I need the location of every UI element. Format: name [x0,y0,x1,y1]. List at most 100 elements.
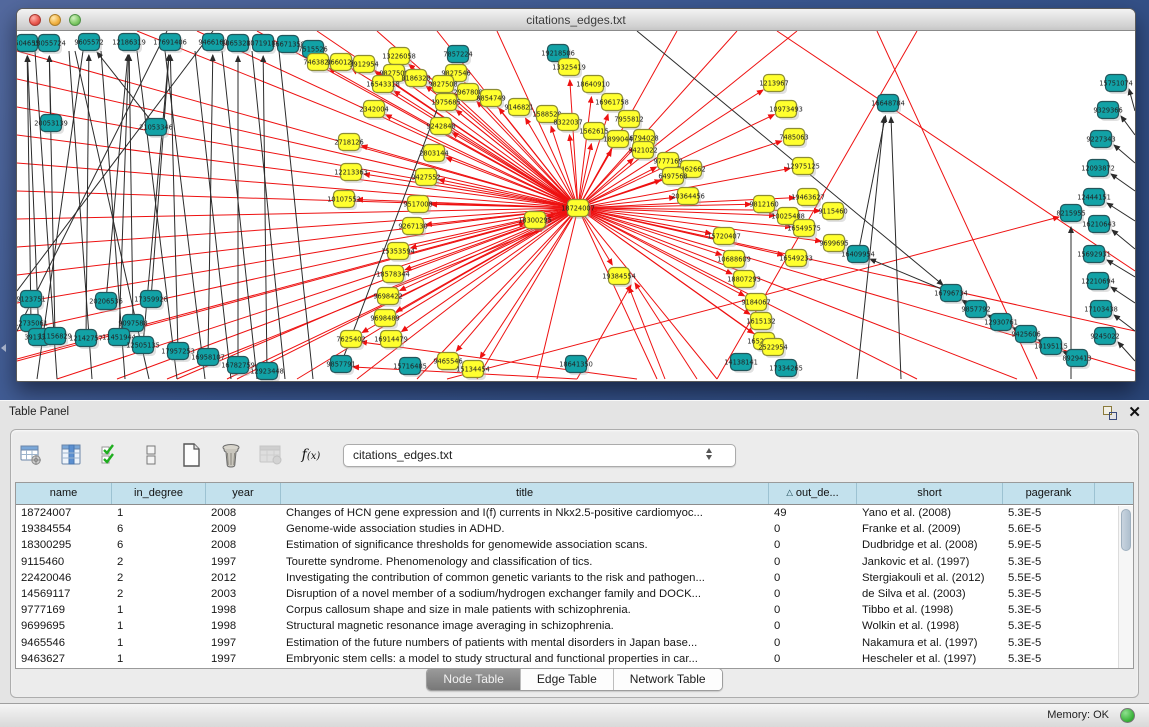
table-row[interactable]: 1938455462009Genome-wide association stu… [16,521,1133,537]
column-header-title[interactable]: title [281,483,769,504]
function-icon[interactable]: f(x) [297,441,325,469]
graph-node[interactable]: 16914479 [374,331,408,351]
panel-collapse-arrow-icon[interactable] [1,344,6,352]
table-row[interactable]: 946554611997Estimation of the future num… [16,635,1133,651]
close-panel-icon[interactable]: ✕ [1128,405,1141,421]
graph-node[interactable]: 9427552 [411,169,440,189]
float-panel-icon[interactable] [1102,405,1118,421]
graph-node[interactable]: 16210643 [1082,216,1116,236]
graph-node[interactable]: 12444151 [1077,189,1111,209]
graph-node[interactable]: 8929413 [1062,350,1091,370]
graph-node[interactable]: 12142757 [69,330,103,350]
graph-node[interactable]: 16549233 [779,250,813,270]
graph-node[interactable]: 9123751 [17,291,46,311]
table-source-select[interactable]: citations_edges.txt [343,444,736,467]
graph-node[interactable]: 12975125 [786,158,820,178]
tab-network-table[interactable]: Network Table [614,669,722,690]
graph-node[interactable]: 9146821 [504,99,533,119]
graph-node[interactable]: 18807293 [727,271,761,291]
graph-node[interactable]: 17957253 [161,343,195,363]
graph-node[interactable]: 16958107 [191,349,225,369]
graph-node[interactable]: 2803144 [419,145,448,165]
graph-node[interactable]: 12210694 [1081,273,1115,293]
table-row[interactable]: 1456911722003Disruption of a novel membe… [16,586,1133,602]
graph-node[interactable]: 7857224 [443,46,472,66]
graph-node[interactable]: 12093872 [1081,160,1115,180]
graph-node[interactable]: 9115460 [818,203,847,223]
graph-node[interactable]: 9267130 [398,218,427,238]
graph-node[interactable]: 18578344 [376,266,410,286]
graph-node[interactable]: 15716485 [393,358,427,378]
citation-network-graph[interactable]: 1872400715046551180557249605572121863191… [17,31,1135,381]
graph-node[interactable]: 9227343 [1086,131,1115,151]
graph-node[interactable]: 9605572 [74,34,103,54]
table-vertical-scrollbar[interactable] [1118,506,1133,668]
graph-node[interactable]: 9857792 [961,301,990,321]
graph-node[interactable]: 15751074 [1099,75,1133,95]
graph-node[interactable]: 18641350 [559,356,593,376]
new-document-icon[interactable] [177,441,205,469]
column-header-name[interactable]: name [16,483,112,504]
graph-node[interactable]: 20364456 [671,188,705,208]
trash-icon[interactable] [217,441,245,469]
network-window[interactable]: citations_edges.txt 18724007150465511805… [16,8,1136,382]
select-all-checks-icon[interactable] [97,441,125,469]
graph-node[interactable]: 9242848 [426,118,455,138]
graph-node[interactable]: 9245022 [1090,328,1119,348]
graph-node[interactable]: 6497568 [658,168,687,188]
graph-node[interactable]: 7625402 [336,331,365,351]
table-row[interactable]: 946362711997Embryonic stem cells: a mode… [16,651,1133,667]
table-row[interactable]: 1872400712008Changes of HCN gene express… [16,505,1133,521]
graph-node[interactable]: 1213967 [759,75,788,95]
graph-node[interactable]: 2522954 [758,339,787,359]
graph-node[interactable]: 17334265 [769,360,803,380]
table-row[interactable]: 969969511998Structural magnetic resonanc… [16,618,1133,634]
graph-node[interactable]: 10107552 [327,191,361,211]
column-header-pagerank[interactable]: pagerank [1003,483,1095,504]
graph-node[interactable]: 17359928 [134,291,168,311]
graph-node[interactable]: 12186319 [112,34,146,54]
column-header-in_degree[interactable]: in_degree [112,483,206,504]
table-row[interactable]: 911546021997Tourette syndrome. Phenomeno… [16,554,1133,570]
graph-node[interactable]: 10973493 [769,101,803,121]
graph-node[interactable]: 12213363 [334,164,368,184]
table-row[interactable]: 977716911998Corpus callosum shape and si… [16,602,1133,618]
scrollbar-thumb[interactable] [1121,509,1131,551]
graph-node[interactable]: 9329366 [1093,102,1122,122]
graph-node[interactable]: 14138141 [724,354,758,374]
graph-node[interactable]: 1615132 [746,313,775,333]
graph-node[interactable]: 7955812 [614,111,643,131]
network-canvas[interactable]: 1872400715046551180557249605572121863191… [17,31,1135,381]
table-row[interactable]: 1830029562008Estimation of significance … [16,537,1133,553]
graph-node[interactable]: 15692931 [1077,246,1111,266]
graph-node[interactable]: 18640910 [576,76,610,96]
graph-node[interactable]: 8186328 [401,70,430,90]
tab-edge-table[interactable]: Edge Table [521,669,614,690]
column-header-out_de[interactable]: △out_de... [769,483,857,504]
graph-node[interactable]: 9698422 [373,288,402,308]
column-header-year[interactable]: year [206,483,281,504]
graph-node[interactable]: 9517008 [403,196,432,216]
graph-node[interactable]: 10688609 [717,251,751,271]
graph-node[interactable]: 2342004 [359,101,388,121]
graph-node[interactable]: 8322037 [553,114,582,134]
graph-node[interactable]: 17103438 [1084,301,1118,321]
rows-icon[interactable] [137,441,165,469]
network-window-titlebar[interactable]: citations_edges.txt [17,9,1135,31]
graph-node[interactable]: 20206536 [89,293,123,313]
graph-node[interactable]: 9698489 [370,310,399,330]
column-header-short[interactable]: short [857,483,1003,504]
graph-node[interactable]: 9184067 [741,294,770,314]
graph-node[interactable]: 7485063 [779,129,808,149]
table-row[interactable]: 2242004622012Investigating the contribut… [16,570,1133,586]
graph-node[interactable]: 3912954 [349,56,378,76]
tab-node-table[interactable]: Node Table [427,669,521,690]
graph-node[interactable]: 9857791 [326,356,355,376]
graph-node[interactable]: 17691406 [153,34,187,54]
table-settings-icon[interactable] [17,441,45,469]
table-column-icon[interactable] [57,441,85,469]
graph-node[interactable]: 19463627 [791,189,825,209]
graph-node[interactable]: 15720407 [707,228,741,248]
graph-node[interactable]: 1975685 [431,94,460,114]
graph-node[interactable]: 2718126 [334,134,363,154]
